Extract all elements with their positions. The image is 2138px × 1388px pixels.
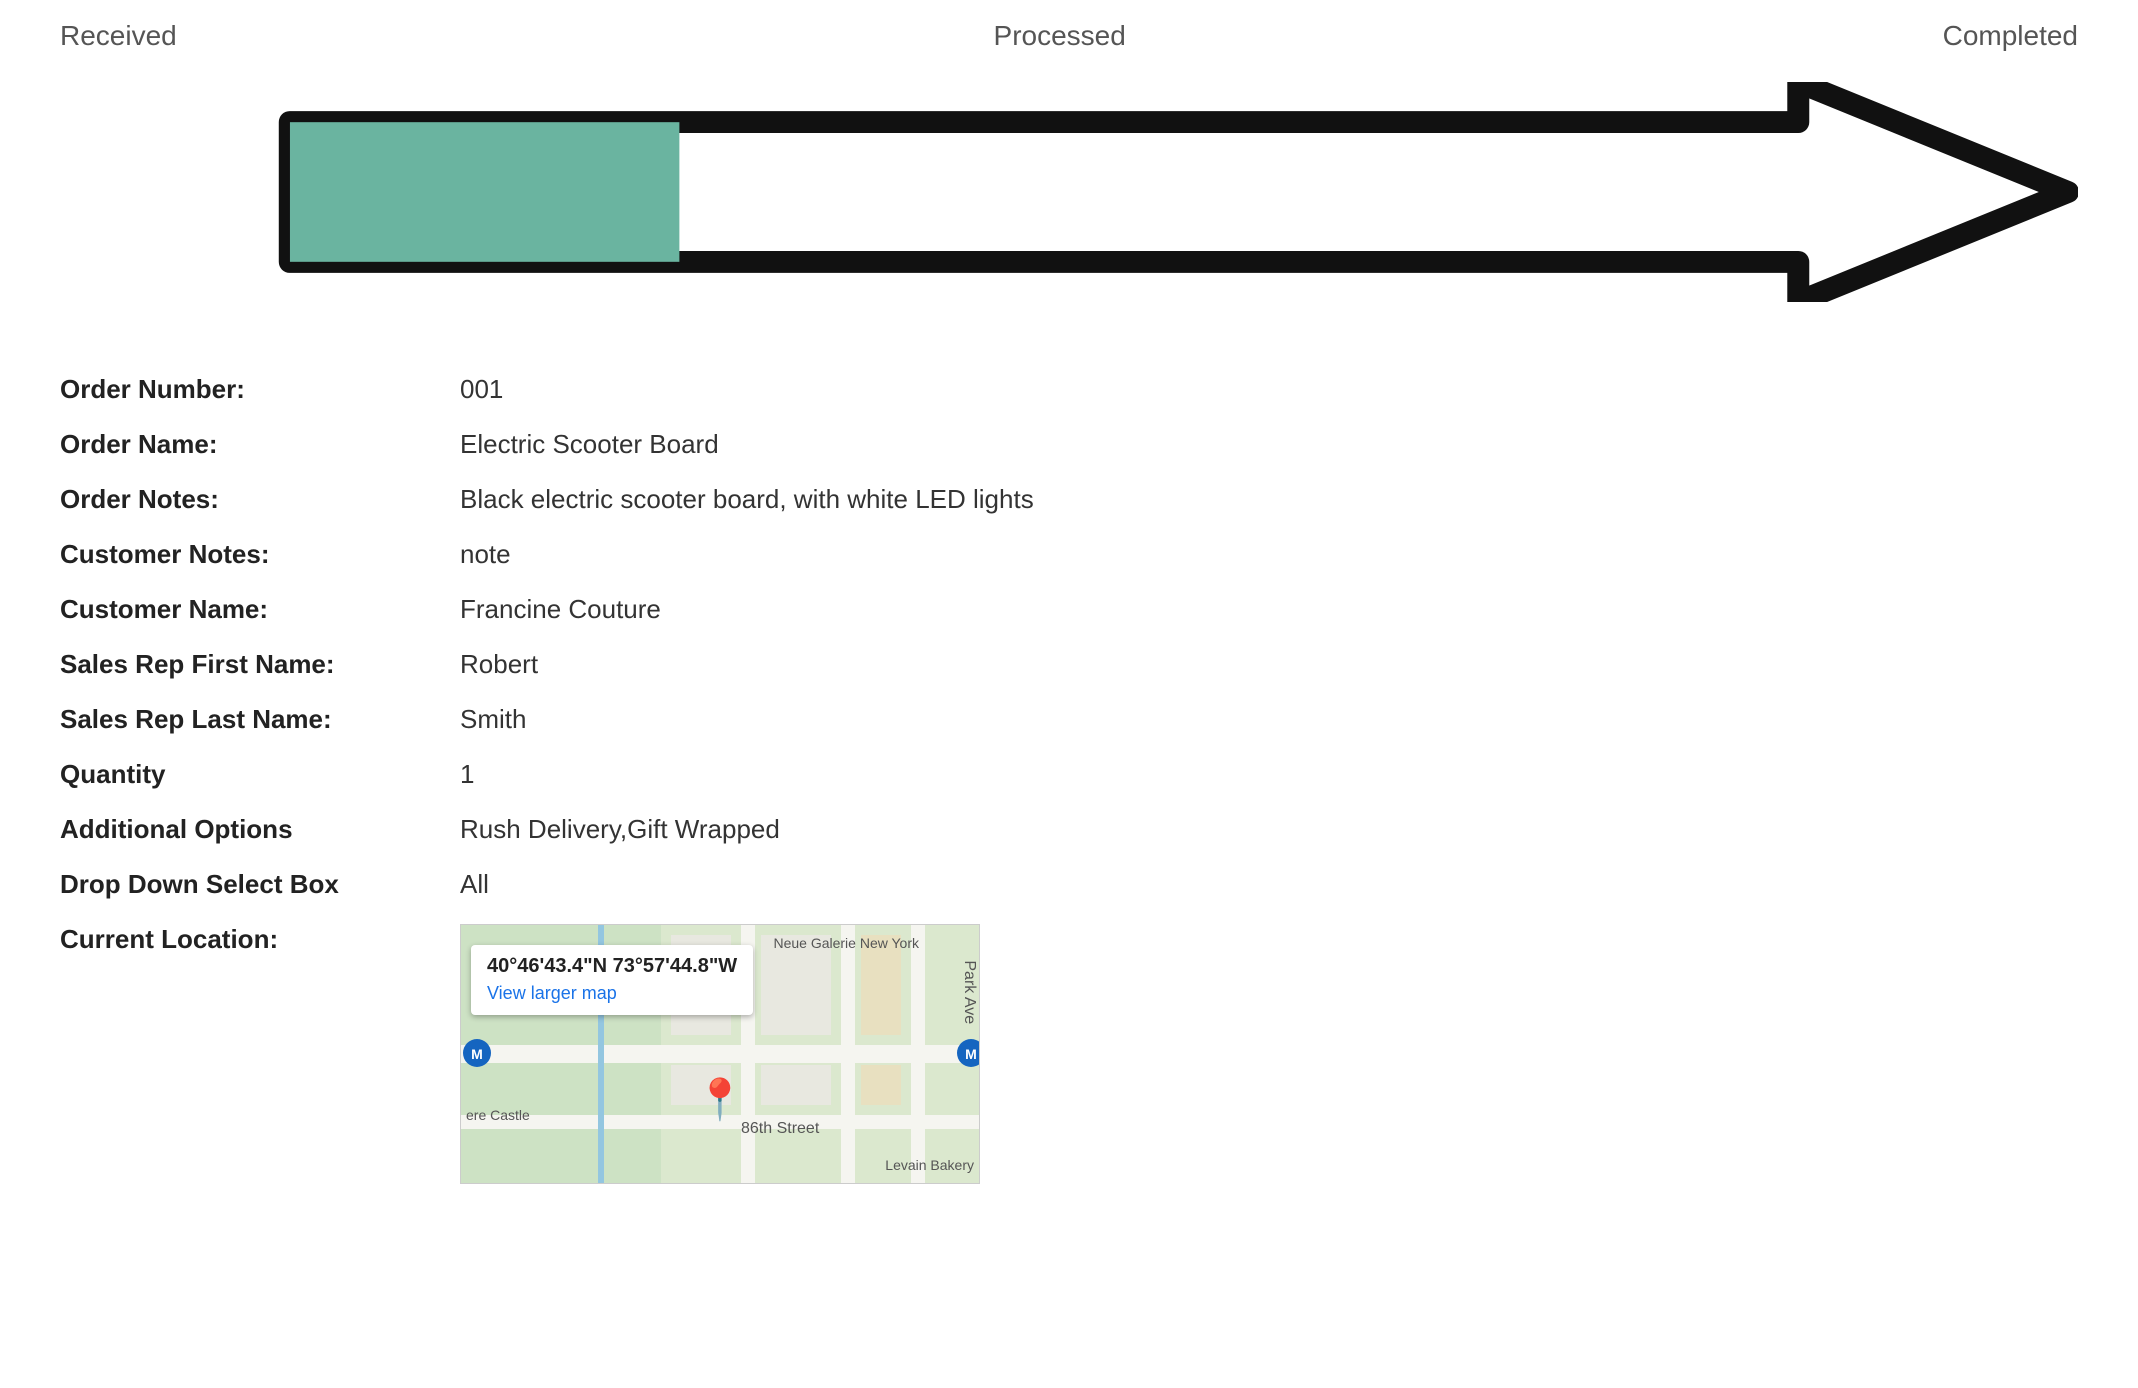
detail-label-4: Customer Name:	[60, 594, 460, 625]
detail-value-5: Robert	[460, 649, 2078, 680]
detail-label-7: Quantity	[60, 759, 460, 790]
svg-text:M: M	[965, 1046, 977, 1062]
detail-value-3: note	[460, 539, 2078, 570]
levain-bakery-label: Levain Bakery	[885, 1157, 974, 1173]
detail-rows-container: Order Number:001Order Name:Electric Scoo…	[60, 362, 2078, 912]
castle-label: ere Castle	[466, 1107, 530, 1123]
detail-value-7: 1	[460, 759, 2078, 790]
map-pin: 📍	[695, 1076, 745, 1123]
map-coordinates-overlay: 40°46'43.4"N 73°57'44.8"W View larger ma…	[471, 945, 753, 1015]
map-coords: 40°46'43.4"N 73°57'44.8"W	[487, 955, 737, 978]
current-location-label: Current Location:	[60, 924, 460, 955]
progress-arrow	[60, 82, 2078, 302]
status-processed: Processed	[994, 20, 1126, 52]
detail-label-2: Order Notes:	[60, 484, 460, 515]
detail-value-0: 001	[460, 374, 2078, 405]
svg-text:M: M	[471, 1046, 483, 1062]
detail-value-2: Black electric scooter board, with white…	[460, 484, 2078, 515]
status-completed: Completed	[1943, 20, 2078, 52]
status-received: Received	[60, 20, 177, 52]
detail-row-8: Additional OptionsRush Delivery,Gift Wra…	[60, 802, 2078, 857]
detail-row-0: Order Number:001	[60, 362, 2078, 417]
detail-label-0: Order Number:	[60, 374, 460, 405]
park-ave-label: Park Ave	[960, 960, 978, 1024]
progress-arrow-container	[60, 82, 2078, 302]
detail-value-4: Francine Couture	[460, 594, 2078, 625]
detail-label-1: Order Name:	[60, 429, 460, 460]
detail-value-1: Electric Scooter Board	[460, 429, 2078, 460]
current-location-row: Current Location:	[60, 912, 2078, 1196]
detail-value-6: Smith	[460, 704, 2078, 735]
detail-row-3: Customer Notes:note	[60, 527, 2078, 582]
detail-label-6: Sales Rep Last Name:	[60, 704, 460, 735]
progress-fill	[290, 122, 680, 262]
status-labels: Received Processed Completed	[60, 20, 2078, 52]
detail-row-1: Order Name:Electric Scooter Board	[60, 417, 2078, 472]
detail-value-8: Rush Delivery,Gift Wrapped	[460, 814, 2078, 845]
progress-section: Received Processed Completed	[0, 0, 2138, 342]
detail-row-4: Customer Name:Francine Couture	[60, 582, 2078, 637]
detail-label-3: Customer Notes:	[60, 539, 460, 570]
detail-label-8: Additional Options	[60, 814, 460, 845]
detail-label-9: Drop Down Select Box	[60, 869, 460, 900]
order-details-section: Order Number:001Order Name:Electric Scoo…	[0, 342, 2138, 1216]
current-location-value: M M 40°46'43.4"N 73°57'44.8"W View large…	[460, 924, 2078, 1184]
detail-row-5: Sales Rep First Name:Robert	[60, 637, 2078, 692]
detail-label-5: Sales Rep First Name:	[60, 649, 460, 680]
86th-street-label: 86th Street	[741, 1120, 819, 1138]
detail-row-7: Quantity1	[60, 747, 2078, 802]
neue-galerie-label: Neue Galerie New York	[773, 935, 919, 951]
view-larger-map-link[interactable]: View larger map	[487, 983, 617, 1003]
detail-value-9: All	[460, 869, 2078, 900]
detail-row-6: Sales Rep Last Name:Smith	[60, 692, 2078, 747]
detail-row-9: Drop Down Select BoxAll	[60, 857, 2078, 912]
detail-row-2: Order Notes:Black electric scooter board…	[60, 472, 2078, 527]
map-container[interactable]: M M 40°46'43.4"N 73°57'44.8"W View large…	[460, 924, 980, 1184]
